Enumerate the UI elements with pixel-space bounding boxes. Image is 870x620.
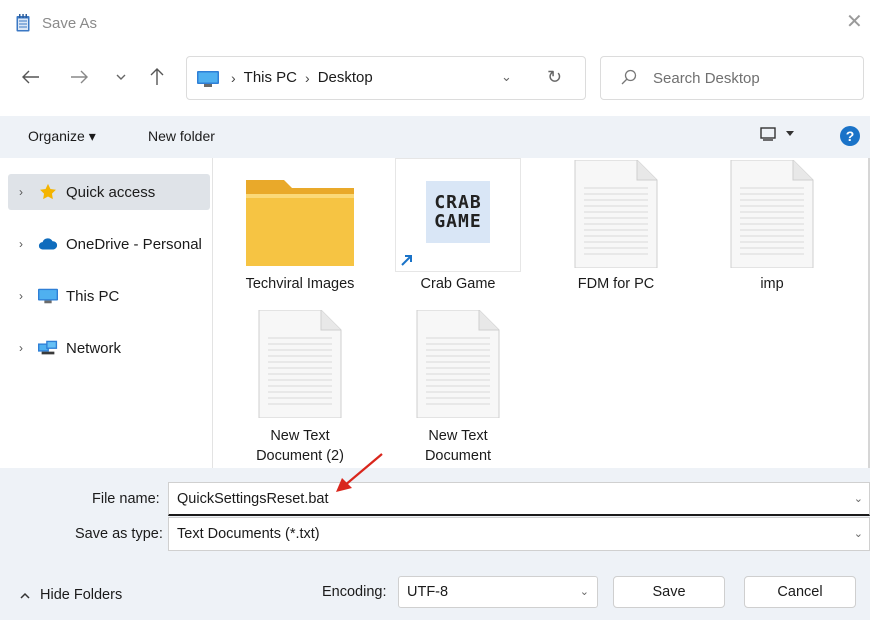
star-icon (40, 183, 56, 200)
expand-chevron-icon[interactable]: › (8, 185, 34, 199)
hide-folders-label: Hide Folders (40, 587, 123, 603)
file-name-label: File name: (92, 491, 160, 507)
navigation-pane: › Quick access › OneDrive - Personal › T… (0, 158, 212, 468)
recent-locations-button[interactable] (108, 64, 134, 90)
annotation-arrow (336, 453, 383, 492)
text-document-icon (574, 160, 658, 268)
chevron-up-icon (20, 592, 30, 599)
arrow-right-icon (71, 70, 88, 84)
file-name: Crab Game (420, 276, 496, 292)
search-box[interactable]: Search Desktop (600, 56, 864, 100)
encoding-value: UTF-8 (407, 584, 449, 600)
chevron-down-icon (116, 74, 126, 80)
thumb-text: CRAB (434, 192, 482, 213)
expand-chevron-icon[interactable]: › (8, 237, 34, 251)
address-dropdown-icon[interactable]: ⌄ (501, 69, 512, 85)
chevron-down-icon[interactable]: ⌄ (854, 492, 863, 505)
sidebar-item-quick-access[interactable]: › Quick access (8, 174, 210, 210)
search-icon (621, 69, 637, 85)
sidebar-item-network[interactable]: › Network (8, 330, 210, 366)
folder-icon (246, 180, 354, 266)
cloud-icon (38, 238, 58, 250)
file-name-input[interactable]: QuickSettingsReset.bat (177, 491, 329, 507)
encoding-label: Encoding: (322, 584, 387, 600)
file-name: New Text Document (424, 428, 492, 464)
search-input[interactable]: Search Desktop (653, 70, 760, 87)
caret-down-icon (786, 131, 794, 136)
title-bar: Save As ✕ (0, 0, 870, 48)
breadcrumb-this-pc[interactable]: This PC (244, 69, 297, 86)
save-as-type-value: Text Documents (*.txt) (177, 526, 320, 542)
sidebar-item-label: Network (66, 339, 122, 357)
chevron-down-icon[interactable]: ⌄ (854, 527, 863, 540)
command-bar: Organize ▾ New folder ? (0, 116, 870, 158)
arrow-left-icon (22, 70, 39, 84)
close-button[interactable]: ✕ (846, 10, 863, 34)
view-icon (760, 127, 776, 141)
save-as-type-label: Save as type: (75, 526, 163, 542)
cancel-button[interactable]: Cancel (744, 576, 856, 608)
network-icon (38, 340, 58, 355)
navigation-bar: › This PC › Desktop ⌄ ↻ Search Desktop (0, 50, 870, 106)
sidebar-item-onedrive[interactable]: › OneDrive - Personal (8, 226, 210, 262)
file-name-field[interactable]: QuickSettingsReset.bat ⌄ (168, 482, 870, 516)
up-button[interactable] (144, 64, 170, 90)
file-list: Techviral Images CRAB GAME Crab Game FDM… (213, 158, 870, 468)
file-name: imp (760, 276, 784, 292)
file-name: Techviral Images (245, 276, 355, 292)
sidebar-item-label: Quick access (66, 183, 156, 201)
breadcrumb-desktop[interactable]: Desktop (318, 69, 373, 86)
encoding-select[interactable]: UTF-8 ⌄ (398, 576, 598, 608)
notepad-icon (16, 14, 30, 32)
chevron-down-icon: ⌄ (579, 586, 589, 598)
forward-button[interactable] (66, 64, 92, 90)
expand-chevron-icon[interactable]: › (8, 289, 34, 303)
chevron-right-icon: › (305, 69, 310, 86)
save-as-type-select[interactable]: Text Documents (*.txt) ⌄ (168, 517, 870, 551)
shortcut-arrow-icon (398, 251, 416, 269)
sidebar-item-this-pc[interactable]: › This PC (8, 278, 210, 314)
back-button[interactable] (18, 64, 44, 90)
text-document-icon (416, 310, 500, 418)
crab-game-thumbnail: CRAB GAME (426, 181, 490, 243)
help-button[interactable]: ? (840, 126, 860, 146)
window-title: Save As (42, 15, 98, 32)
thumbnail-frame: CRAB GAME (395, 158, 521, 272)
expand-chevron-icon[interactable]: › (8, 341, 34, 355)
sidebar-item-label: This PC (66, 287, 120, 305)
refresh-icon[interactable]: ↻ (547, 67, 562, 88)
arrow-up-icon (150, 68, 164, 85)
save-button[interactable]: Save (613, 576, 725, 608)
hide-folders-button[interactable]: Hide Folders (20, 587, 122, 603)
thumb-text: GAME (434, 211, 482, 232)
new-folder-button[interactable]: New folder (148, 128, 215, 144)
this-pc-icon (197, 71, 219, 87)
organize-button[interactable]: Organize ▾ (28, 128, 96, 145)
sidebar-item-label: OneDrive - Personal (66, 235, 202, 253)
breadcrumb: › This PC › Desktop (231, 69, 373, 86)
dialog-footer: Hide Folders Encoding: UTF-8 ⌄ Save Canc… (0, 560, 870, 620)
monitor-icon (38, 288, 58, 304)
text-document-icon (258, 310, 342, 418)
chevron-right-icon: › (231, 69, 236, 86)
file-name: FDM for PC (577, 276, 655, 292)
text-document-icon (730, 160, 814, 268)
view-options-button[interactable] (760, 127, 794, 141)
address-bar[interactable]: › This PC › Desktop ⌄ ↻ (186, 56, 586, 100)
